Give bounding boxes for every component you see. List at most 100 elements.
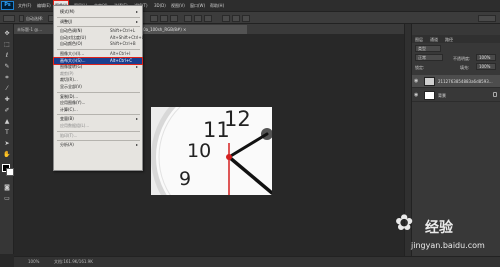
menu-separator (57, 130, 140, 132)
image-menu-item[interactable]: 调整(J) ▸ (54, 19, 142, 25)
image-menu-item[interactable]: 图像旋转(G) ▸ (54, 64, 142, 70)
menu-item-label: 裁切(R)... (60, 77, 78, 83)
quick-select-tool-icon[interactable]: ✎ (3, 63, 11, 71)
brush-tool-icon[interactable]: ✐ (3, 107, 11, 115)
menu-item-label: 图像旋转(G) (60, 64, 83, 70)
layer-name: 背景 (438, 93, 446, 98)
submenu-arrow-icon: ▸ (136, 9, 139, 14)
layer-thumbnail (424, 77, 435, 86)
menu-item-label: 图像大小(I)... (60, 51, 85, 56)
menu-separator (57, 49, 140, 50)
layer-row[interactable]: ◉ 2112763854883a6d8593... (412, 75, 500, 88)
menu-item-label: 自动对比度(U) (60, 34, 87, 40)
submenu-arrow-icon: ▸ (136, 116, 139, 122)
image-menu-item[interactable]: 显示全部(V) (54, 84, 142, 90)
image-menu-item[interactable]: 画布大小(S)... Alt+Ctrl+C (53, 56, 143, 65)
auto-select-checkbox[interactable] (19, 15, 24, 22)
move-tool-icon[interactable]: ✥ (3, 30, 11, 38)
image-menu-item[interactable]: 模式(M) ▸ (54, 9, 142, 15)
quick-mask-icon[interactable]: ◙ (3, 184, 11, 192)
menu-item-shortcut: Alt+Ctrl+I (110, 51, 131, 56)
path-select-tool-icon[interactable]: ➤ (3, 140, 11, 148)
opacity-input[interactable]: 100% (476, 54, 496, 61)
ps-logo: Ps (1, 1, 14, 10)
baidu-paw-icon: ✿ (395, 211, 414, 236)
blend-mode-select[interactable]: 正常 (415, 54, 443, 61)
marquee-tool-icon[interactable]: ⬚ (3, 41, 11, 49)
3d-mode-button[interactable] (222, 15, 230, 22)
menu-view[interactable]: 视图(V) (170, 1, 186, 10)
move-tool-preset[interactable] (3, 15, 15, 22)
fill-input[interactable]: 100% (476, 63, 496, 70)
watermark-brand: 经验 (425, 220, 453, 236)
image-menu-item[interactable]: 变量(B) ▸ (54, 116, 142, 122)
image-menu-item[interactable]: 自动对比度(U) Alt+Shift+Ctrl+L (54, 34, 144, 41)
menu-item-shortcut: Shift+Ctrl+B (110, 41, 136, 47)
align-left-button[interactable] (150, 15, 158, 22)
tab-paths[interactable]: 路径 (445, 36, 453, 43)
tab-layers[interactable]: 图层 (415, 36, 423, 43)
layer-kind-filter[interactable]: 类型 (415, 45, 441, 52)
image-menu-item: 陷印(T)... (54, 133, 142, 139)
image-menu-item[interactable]: 自动色调(N) Shift+Ctrl+L (54, 28, 142, 34)
image-menu-item[interactable]: 计算(C)... (54, 107, 142, 113)
menu-item-label: 调整(J) (60, 18, 73, 24)
clock-photo-icon: 11 12 10 9 8 (151, 107, 272, 195)
menu-3d[interactable]: 3D(D) (153, 1, 167, 10)
lasso-tool-icon[interactable]: ℓ (3, 52, 11, 60)
fill-label: 填充: (460, 65, 470, 70)
layers-panel-tabs: 图层 通道 路径 (412, 35, 500, 43)
workspace-switcher[interactable] (478, 15, 496, 22)
opacity-label: 不透明度: (453, 56, 471, 61)
menu-window[interactable]: 窗口(W) (189, 1, 206, 10)
menu-item-label: 复制(D)... (60, 93, 79, 99)
screen-mode-icon[interactable]: ▭ (3, 195, 11, 203)
menu-item-label: 显示全部(V) (60, 84, 82, 89)
menu-help[interactable]: 帮助(H) (209, 1, 225, 10)
3d-pan-button[interactable] (242, 15, 250, 22)
menu-separator (57, 91, 140, 93)
layer-row[interactable]: ◉ 背景 (412, 89, 500, 102)
image-menu-item[interactable]: 自动颜色(O) Shift+Ctrl+B (54, 41, 142, 47)
crop-tool-icon[interactable]: ⌗ (3, 74, 11, 82)
menu-item-label: 应用数据组(L)... (60, 123, 90, 128)
distribute-middle-button[interactable] (194, 15, 202, 22)
background-color-swatch[interactable] (6, 168, 14, 176)
image-menu-item[interactable]: 分析(A) ▸ (54, 142, 142, 148)
align-right-button[interactable] (170, 15, 178, 22)
distribute-bottom-button[interactable] (204, 15, 212, 22)
tools-panel: ✥ ⬚ ℓ ✎ ⌗ ⁄ ✚ ✐ ▲ T ➤ ✋ ◙ ▭ (0, 24, 14, 254)
image-menu-item[interactable]: 图像大小(I)... Alt+Ctrl+I (54, 51, 142, 57)
menu-file[interactable]: 文件(F) (17, 1, 32, 10)
menu-item-label: 模式(M) (60, 9, 75, 14)
image-menu-item[interactable]: 应用图像(Y)... (54, 100, 142, 106)
menu-item-shortcut: Shift+Ctrl+L (110, 28, 136, 34)
svg-text:8: 8 (203, 192, 215, 195)
document-size: 文档:161.9K/161.9K (54, 259, 93, 264)
healing-brush-tool-icon[interactable]: ✚ (3, 96, 11, 104)
lock-icon (493, 92, 497, 97)
clone-stamp-tool-icon[interactable]: ▲ (3, 118, 11, 126)
hand-tool-icon[interactable]: ✋ (3, 151, 11, 159)
menu-item-label: 画布大小(S)... (60, 57, 86, 63)
menu-item-label: 陷印(T)... (60, 132, 78, 138)
tab-channels[interactable]: 通道 (430, 36, 438, 43)
distribute-top-button[interactable] (184, 15, 192, 22)
align-center-button[interactable] (160, 15, 168, 22)
menu-edit[interactable]: 编辑(E) (36, 1, 52, 10)
eye-icon[interactable]: ◉ (414, 92, 418, 98)
submenu-arrow-icon: ▸ (136, 142, 139, 148)
auto-select-label: 自动选择: (26, 16, 44, 21)
submenu-arrow-icon: ▸ (136, 18, 139, 24)
text-tool-icon[interactable]: T (3, 129, 11, 137)
eye-icon[interactable]: ◉ (414, 78, 418, 84)
eyedropper-tool-icon[interactable]: ⁄ (3, 85, 11, 93)
svg-text:9: 9 (179, 168, 191, 190)
clock-image[interactable]: 11 12 10 9 8 (151, 107, 272, 195)
image-menu-item[interactable]: 裁切(R)... (54, 77, 142, 83)
watermark-url: jingyan.baidu.com (411, 241, 485, 250)
zoom-level[interactable]: 100% (28, 259, 39, 265)
svg-text:10: 10 (187, 140, 211, 162)
image-menu-item[interactable]: 复制(D)... (54, 94, 142, 100)
3d-rotate-button[interactable] (232, 15, 240, 22)
